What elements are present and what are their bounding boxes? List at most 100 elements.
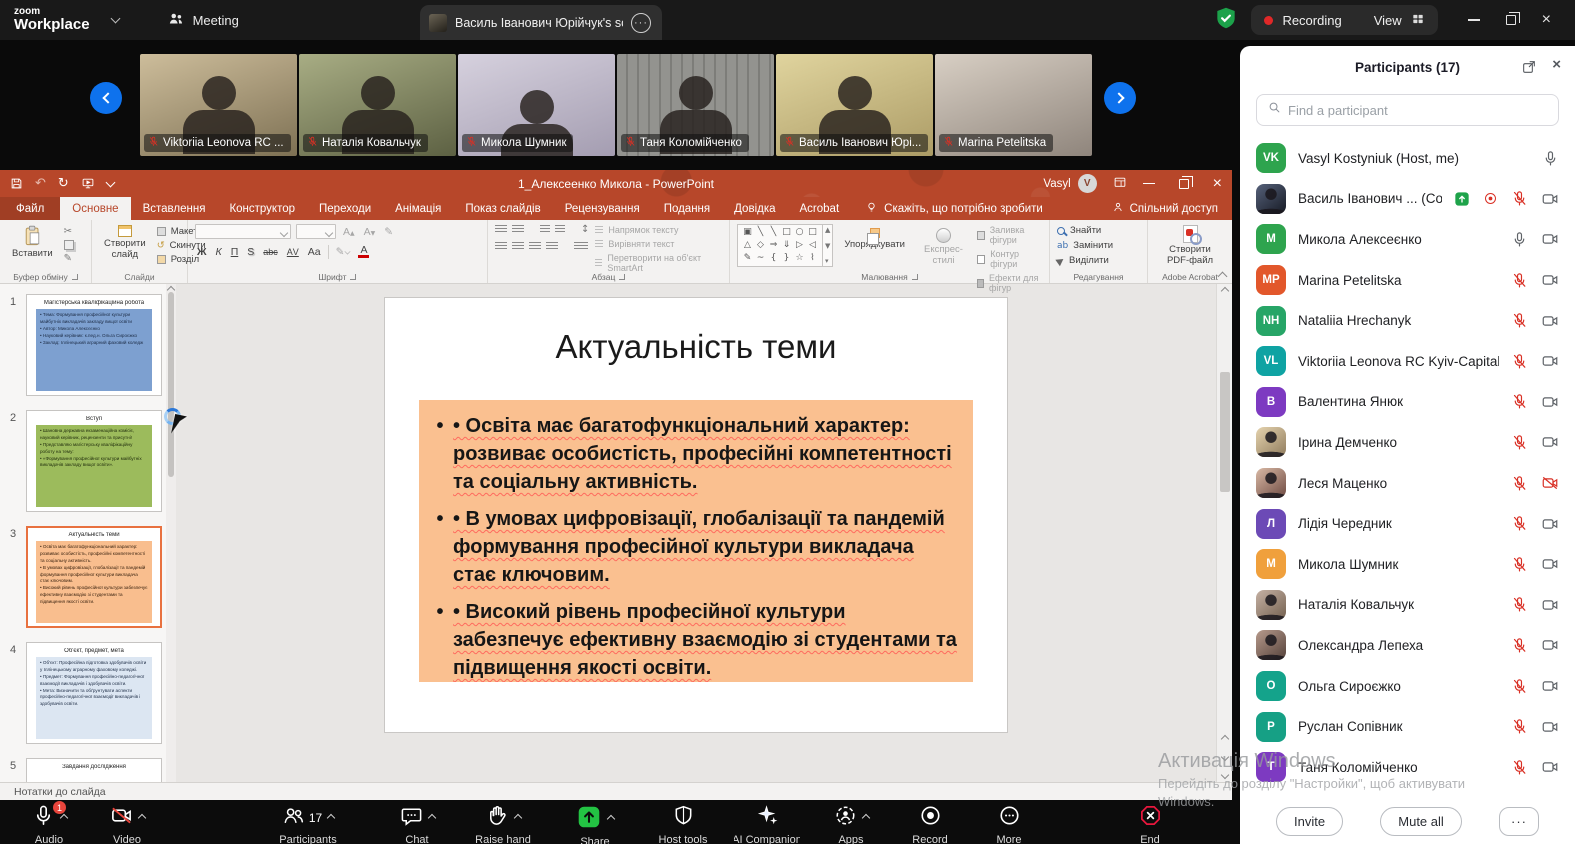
- camera-on-icon[interactable]: [1541, 515, 1559, 533]
- mic-muted-icon[interactable]: [1511, 759, 1528, 776]
- slide-thumbnail[interactable]: 3 Актуальність теми Освіта має багатофун…: [0, 526, 166, 628]
- mic-muted-icon[interactable]: [1511, 678, 1528, 695]
- participant-row[interactable]: Т Таня Коломійченко: [1240, 747, 1575, 788]
- participant-row[interactable]: Леся Маценко: [1240, 463, 1575, 504]
- line-spacing-icon[interactable]: ↕: [581, 224, 589, 235]
- close-panel-icon[interactable]: ×: [1552, 56, 1561, 73]
- video-tile[interactable]: Микола Шумник: [458, 54, 615, 156]
- panel-more-button[interactable]: ···: [1498, 807, 1539, 836]
- underline-button[interactable]: П: [229, 246, 241, 258]
- format-painter-icon[interactable]: ✎: [64, 253, 74, 264]
- ppt-tab-Рецензування[interactable]: Рецензування: [553, 197, 652, 220]
- arrange-button[interactable]: Упорядкувати: [839, 224, 910, 252]
- mic-muted-icon[interactable]: [1511, 475, 1528, 492]
- mic-muted-icon[interactable]: [1511, 515, 1528, 532]
- next-slide-icon[interactable]: [1220, 752, 1230, 762]
- shapes-scroll[interactable]: ▲ ▼ ▾: [823, 224, 834, 267]
- camera-on-icon[interactable]: [1541, 190, 1559, 208]
- ppt-tab-Переходи[interactable]: Переходи: [307, 197, 383, 220]
- is-recording-icon[interactable]: [1483, 191, 1498, 206]
- security-shield-icon[interactable]: [1213, 5, 1239, 36]
- redo-icon[interactable]: ↻: [58, 176, 69, 191]
- find-button[interactable]: Знайти: [1057, 225, 1113, 236]
- font-dialog-launcher-icon[interactable]: [350, 274, 357, 280]
- popout-icon[interactable]: [1521, 59, 1537, 78]
- mic-muted-icon[interactable]: [1511, 190, 1528, 207]
- font-color-button[interactable]: A: [358, 244, 370, 259]
- toolbar-host-tools-button[interactable]: Host tools: [650, 800, 716, 844]
- justify-icon[interactable]: [546, 242, 558, 251]
- ppt-share-button[interactable]: Спільний доступ: [1112, 197, 1218, 220]
- undo-icon[interactable]: ↶: [35, 176, 46, 191]
- ppt-tab-Подання[interactable]: Подання: [652, 197, 722, 220]
- view-label[interactable]: View: [1374, 13, 1402, 28]
- canvas-scrollbar[interactable]: [1216, 284, 1232, 782]
- camera-on-icon[interactable]: [1541, 271, 1559, 289]
- ppt-tab-Вставлення[interactable]: Вставлення: [131, 197, 218, 220]
- camera-on-icon[interactable]: [1541, 677, 1559, 695]
- tab-shared-screen[interactable]: Василь Іванович Юрійчук's scre ···: [420, 5, 662, 40]
- qat-customize-chevron-icon[interactable]: [105, 177, 116, 188]
- toolbar-apps-button[interactable]: Apps: [818, 800, 884, 844]
- shape-fill-button[interactable]: Заливка фігури: [977, 225, 1042, 245]
- select-button[interactable]: Виділити: [1055, 255, 1113, 266]
- shrink-font-button[interactable]: A▼: [362, 226, 378, 238]
- video-tile[interactable]: Marina Petelitska: [935, 54, 1092, 156]
- participant-row[interactable]: Р Руслан Сопівник: [1240, 706, 1575, 747]
- camera-on-icon[interactable]: [1541, 393, 1559, 411]
- align-text-button[interactable]: Вирівняти текст: [595, 239, 722, 249]
- mic-muted-icon[interactable]: [1511, 272, 1528, 289]
- raise-hand-chevron-icon[interactable]: [513, 813, 522, 823]
- toolbar-more-button[interactable]: More: [976, 800, 1042, 844]
- mic-on-icon[interactable]: [1542, 150, 1559, 167]
- participant-row[interactable]: NH Nataliia Hrechanyk: [1240, 300, 1575, 341]
- mic-muted-icon[interactable]: [1511, 312, 1528, 329]
- participant-row[interactable]: Наталія Ковальчук: [1240, 585, 1575, 626]
- mic-muted-icon[interactable]: [1511, 637, 1528, 654]
- participant-row[interactable]: M Микола Алексеєнко: [1240, 219, 1575, 260]
- scroll-up-icon[interactable]: [1220, 286, 1230, 296]
- toolbar-audio-button[interactable]: Audio 1: [16, 800, 82, 844]
- align-left-icon[interactable]: [495, 242, 507, 251]
- camera-on-icon[interactable]: [1541, 352, 1559, 370]
- camera-on-icon[interactable]: [1541, 758, 1559, 776]
- participant-row[interactable]: Олександра Лепеха: [1240, 625, 1575, 666]
- clipboard-dialog-launcher-icon[interactable]: [71, 274, 78, 280]
- font-name-dropdown[interactable]: [195, 224, 291, 239]
- video-tile[interactable]: Василь Іванович Юрі...: [776, 54, 933, 156]
- mic-muted-icon[interactable]: [1511, 596, 1528, 613]
- mute-all-button[interactable]: Mute all: [1380, 807, 1462, 836]
- toolbar-chat-button[interactable]: Chat: [384, 800, 450, 844]
- tab-options-icon[interactable]: ···: [631, 12, 651, 33]
- ppt-account[interactable]: Vasyl V: [1043, 174, 1097, 193]
- previous-videos-button[interactable]: [90, 82, 122, 114]
- ppt-tab-Показ слайдів[interactable]: Показ слайдів: [453, 197, 552, 220]
- thumbnail-scrollbar[interactable]: [166, 284, 176, 782]
- slide-content-box[interactable]: • • Освіта має багатофункціональний хара…: [419, 400, 973, 682]
- close-button[interactable]: ×: [1542, 12, 1551, 28]
- ppt-tab-Довідка[interactable]: Довідка: [722, 197, 787, 220]
- start-slideshow-icon[interactable]: [81, 177, 95, 190]
- save-icon[interactable]: [10, 177, 23, 190]
- slide-thumbnail-box[interactable]: Магістерська кваліфікаційна робота Тема:…: [26, 294, 162, 396]
- toolbar-ai-companion-button[interactable]: AI Companion: [734, 800, 800, 844]
- previous-slide-icon[interactable]: [1220, 734, 1230, 744]
- numbering-icon[interactable]: [512, 225, 524, 234]
- toolbar-raise-hand-button[interactable]: Raise hand: [470, 800, 536, 844]
- ppt-tab-Основне[interactable]: Основне: [60, 197, 131, 220]
- video-tile[interactable]: Таня Коломійченко: [617, 54, 774, 156]
- participant-row[interactable]: Ірина Демченко: [1240, 422, 1575, 463]
- toolbar-share-button[interactable]: Share: [562, 800, 628, 844]
- tell-me-box[interactable]: Скажіть, що потрібно зробити: [865, 197, 1043, 220]
- share-chevron-icon[interactable]: [606, 814, 616, 824]
- decrease-indent-icon[interactable]: [540, 225, 550, 234]
- participant-row[interactable]: Василь Іванович ... (Co-host): [1240, 179, 1575, 220]
- slide-thumbnail-box[interactable]: Актуальність теми Освіта має багатофункц…: [26, 526, 162, 628]
- clear-formatting-button[interactable]: ✎: [382, 226, 395, 238]
- slide-thumbnail[interactable]: 4 Об'єкт, предмет, мета Об'єкт: Професій…: [0, 642, 166, 744]
- participant-row[interactable]: В Валентина Янюк: [1240, 382, 1575, 423]
- slide-thumbnail-box[interactable]: Завдання дослідження: [26, 758, 162, 782]
- notes-bar[interactable]: Нотатки до слайда: [0, 782, 1232, 800]
- scroll-down-icon[interactable]: [1220, 770, 1230, 780]
- camera-on-icon[interactable]: [1541, 433, 1559, 451]
